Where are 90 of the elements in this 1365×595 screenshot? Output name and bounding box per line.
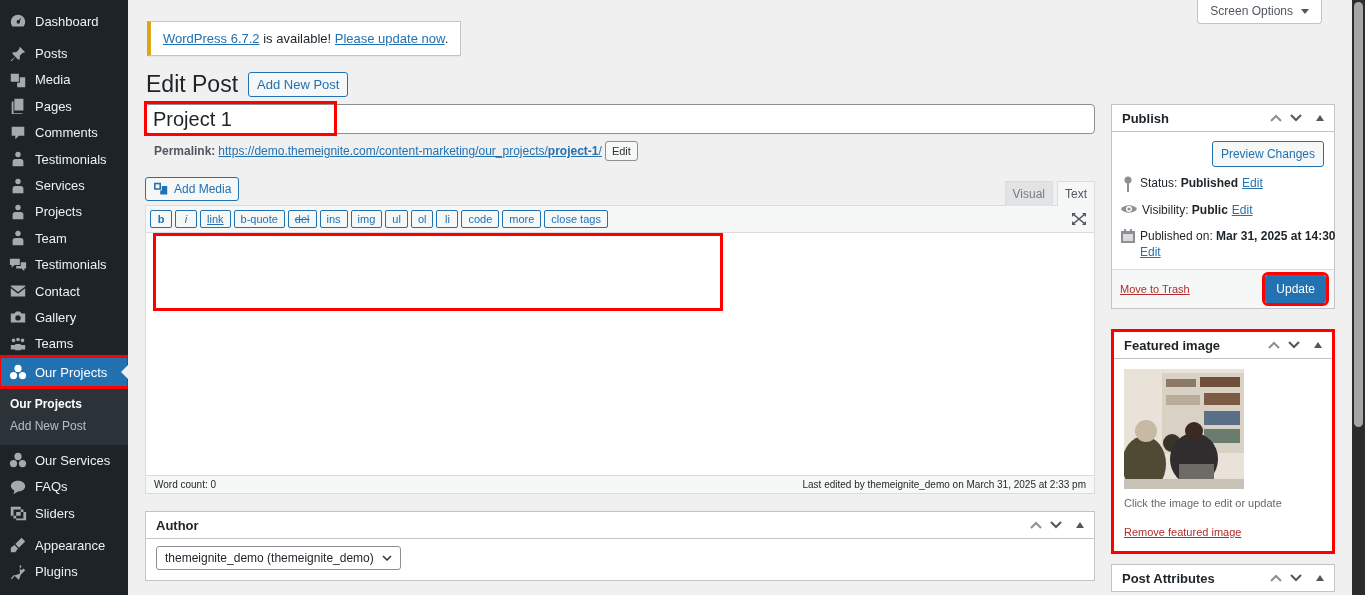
menu-item[interactable]: Pages xyxy=(0,93,128,120)
pin-icon xyxy=(9,44,27,63)
menu-item[interactable]: Team xyxy=(0,225,128,252)
menu-item[interactable]: FAQs xyxy=(0,473,128,500)
chevron-down-icon[interactable] xyxy=(1050,521,1062,529)
caret-icon xyxy=(1301,8,1309,14)
chevron-down-icon[interactable] xyxy=(1288,341,1300,349)
menu-item[interactable]: Sliders xyxy=(0,499,128,527)
menu-item[interactable]: Our Projects xyxy=(0,357,128,388)
edit-link[interactable]: Edit xyxy=(1242,175,1263,191)
triangle-up-icon[interactable] xyxy=(1314,342,1322,348)
chevron-down-icon[interactable] xyxy=(1290,574,1302,582)
plug-icon xyxy=(9,562,27,581)
menu-item[interactable]: Gallery xyxy=(0,304,128,331)
menu-item[interactable]: Testimonials xyxy=(0,251,128,278)
status-text: Published on: Mar 31, 2025 at 14:30 xyxy=(1140,228,1336,244)
add-new-post-button[interactable]: Add New Post xyxy=(248,72,349,97)
menu-item[interactable]: Services xyxy=(0,172,128,199)
add-media-button[interactable]: Add Media xyxy=(145,177,240,201)
fullscreen-icon[interactable] xyxy=(1072,213,1086,225)
menu-item[interactable]: Projects xyxy=(0,198,128,226)
chevron-up-icon[interactable] xyxy=(1270,574,1282,582)
notice-text: WordPress 6.7.2 is available! Please update now. xyxy=(163,31,449,46)
eye-icon xyxy=(1121,203,1137,215)
toolbar-button[interactable]: code xyxy=(461,210,500,228)
chevron-up-icon[interactable] xyxy=(1268,341,1280,349)
permalink-label: Permalink: xyxy=(154,144,216,158)
brush-icon xyxy=(9,536,27,555)
edit-button[interactable]: Edit xyxy=(604,141,638,161)
panel-title: Post Attributes xyxy=(1122,570,1216,586)
triangle-up-icon[interactable] xyxy=(1076,522,1084,528)
toolbar-button[interactable]: more xyxy=(502,210,542,228)
panel-title: Publish xyxy=(1122,110,1170,126)
page-title: Edit Post xyxy=(146,71,239,98)
menu-item[interactable]: Posts xyxy=(0,40,128,67)
slides-icon xyxy=(9,504,27,523)
chevron-up-icon[interactable] xyxy=(1270,114,1282,122)
menu-item[interactable]: Testimonials xyxy=(0,145,128,173)
editor-tab[interactable]: Visual xyxy=(1004,181,1053,206)
preview-changes-button[interactable]: Preview Changes xyxy=(1211,141,1324,167)
word-count: Word count: 0 xyxy=(154,479,217,490)
toolbar-button[interactable]: ol xyxy=(410,210,434,228)
chevron-down-icon[interactable] xyxy=(1290,114,1302,122)
menu-item[interactable]: Contact xyxy=(0,277,128,305)
calendar-icon xyxy=(1121,229,1135,243)
menu-item[interactable]: Appearance xyxy=(0,532,128,559)
link[interactable]: Please update now xyxy=(334,31,445,46)
submenu-item[interactable]: Our Projects xyxy=(0,393,128,416)
submenu-item[interactable]: Add New Post xyxy=(0,415,128,438)
menu-item[interactable]: Teams xyxy=(0,330,128,358)
toolbar-button[interactable]: b-quote xyxy=(233,210,285,228)
toolbar-button[interactable]: b xyxy=(150,210,172,228)
toolbar-button[interactable]: li xyxy=(436,210,459,228)
edit-link[interactable]: Edit xyxy=(1231,202,1253,218)
move-to-trash-link[interactable]: Move to Trash xyxy=(1120,283,1190,295)
toolbar-button[interactable]: i xyxy=(175,210,197,228)
permalink-url[interactable]: https://demo.themeignite.com/content-marketing/our_projects/project-1/ xyxy=(218,144,602,158)
toolbar-button[interactable]: ins xyxy=(319,210,348,228)
panel-title: Featured image xyxy=(1124,337,1222,353)
chevron-down-icon xyxy=(381,555,392,561)
remove-featured-image-link[interactable]: Remove featured image xyxy=(1124,526,1242,538)
menu-item[interactable]: Media xyxy=(0,66,128,94)
status-text: Status: Published xyxy=(1140,175,1239,191)
triangle-up-icon[interactable] xyxy=(1316,575,1324,581)
toolbar-button[interactable]: link xyxy=(200,210,231,228)
link[interactable]: WordPress 6.7.2 xyxy=(163,31,260,46)
circles-icon xyxy=(9,363,27,382)
menu-item[interactable]: Plugins xyxy=(0,558,128,586)
circles-icon xyxy=(9,451,27,470)
menu-item[interactable]: Dashboard xyxy=(0,8,128,35)
media-icon xyxy=(153,182,169,196)
editor-tab[interactable]: Text xyxy=(1057,181,1095,206)
menu-item[interactable]: Our Services xyxy=(0,447,128,474)
author-select[interactable]: themeignite_demo (themeignite_demo) xyxy=(156,546,401,570)
toolbar-button[interactable]: ul xyxy=(385,210,408,228)
toolbar-button[interactable]: del xyxy=(287,210,317,228)
caption-text: Click the image to edit or update xyxy=(1124,497,1283,509)
toolbar-button[interactable]: close tags xyxy=(544,210,608,228)
chevron-up-icon[interactable] xyxy=(1030,521,1042,529)
scrollbar-thumb[interactable] xyxy=(1354,2,1363,427)
edit-link[interactable]: Edit xyxy=(1140,244,1161,260)
triangle-up-icon[interactable] xyxy=(1316,115,1324,121)
last-edited-text: Last edited by themeignite_demo on March 31, 2025 at 2:33 pm xyxy=(802,479,1086,490)
screen-options-tab[interactable]: Screen Options xyxy=(1197,0,1322,24)
update-button[interactable]: Update xyxy=(1265,275,1326,303)
panel-title: Author xyxy=(156,517,200,533)
status-text: Visibility: Public xyxy=(1142,202,1228,218)
toolbar-button[interactable]: img xyxy=(350,210,383,228)
title-field[interactable]: Project 1 xyxy=(145,104,1095,134)
menu-item[interactable]: Comments xyxy=(0,119,128,146)
